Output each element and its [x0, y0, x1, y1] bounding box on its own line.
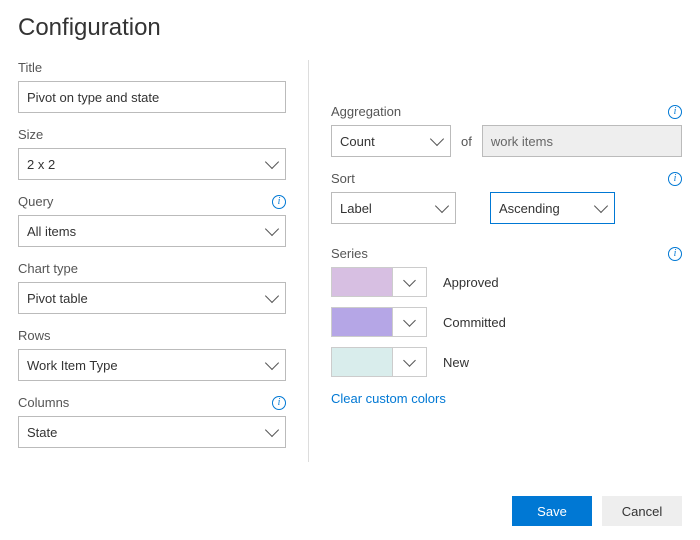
info-icon[interactable]: i [668, 105, 682, 119]
save-button[interactable]: Save [512, 496, 592, 526]
series-swatch [332, 268, 392, 296]
sort-field-value: Label [340, 201, 372, 216]
chart-type-select[interactable]: Pivot table [18, 282, 286, 314]
columns-value: State [27, 425, 57, 440]
series-name: Committed [443, 315, 506, 330]
series-row: New [331, 347, 682, 377]
cancel-button[interactable]: Cancel [602, 496, 682, 526]
size-label: Size [18, 127, 43, 142]
sort-direction-value: Ascending [499, 201, 560, 216]
series-color-picker[interactable] [331, 307, 427, 337]
aggregation-value: Count [340, 134, 375, 149]
series-row: Committed [331, 307, 682, 337]
rows-label: Rows [18, 328, 51, 343]
clear-colors-link[interactable]: Clear custom colors [331, 391, 446, 406]
chevron-down-icon[interactable] [392, 308, 426, 336]
chevron-down-icon[interactable] [392, 348, 426, 376]
left-column: Title Pivot on type and state Size 2 x 2… [18, 60, 308, 462]
page-title: Configuration [18, 14, 682, 42]
columns-select[interactable]: State [18, 416, 286, 448]
title-input[interactable]: Pivot on type and state [18, 81, 286, 113]
aggregation-label: Aggregation [331, 104, 401, 119]
info-icon[interactable]: i [668, 172, 682, 186]
columns-label: Columns [18, 395, 69, 410]
rows-select[interactable]: Work Item Type [18, 349, 286, 381]
title-value: Pivot on type and state [27, 90, 159, 105]
query-label: Query [18, 194, 53, 209]
chart-type-label: Chart type [18, 261, 78, 276]
info-icon[interactable]: i [272, 195, 286, 209]
aggregation-select[interactable]: Count [331, 125, 451, 157]
aggregation-unit: work items [482, 125, 682, 157]
query-value: All items [27, 224, 76, 239]
aggregation-of: of [461, 134, 472, 149]
series-color-picker[interactable] [331, 267, 427, 297]
footer: Save Cancel [18, 496, 682, 526]
query-select[interactable]: All items [18, 215, 286, 247]
chart-type-value: Pivot table [27, 291, 88, 306]
series-label: Series [331, 246, 368, 261]
series-swatch [332, 348, 392, 376]
info-icon[interactable]: i [272, 396, 286, 410]
aggregation-unit-text: work items [491, 134, 553, 149]
sort-label: Sort [331, 171, 355, 186]
series-row: Approved [331, 267, 682, 297]
info-icon[interactable]: i [668, 247, 682, 261]
series-name: Approved [443, 275, 499, 290]
right-column: Aggregation i Count of work items Sort i [308, 60, 682, 462]
rows-value: Work Item Type [27, 358, 118, 373]
size-select[interactable]: 2 x 2 [18, 148, 286, 180]
series-color-picker[interactable] [331, 347, 427, 377]
series-name: New [443, 355, 469, 370]
series-swatch [332, 308, 392, 336]
title-label: Title [18, 60, 42, 75]
size-value: 2 x 2 [27, 157, 55, 172]
sort-field-select[interactable]: Label [331, 192, 456, 224]
chevron-down-icon[interactable] [392, 268, 426, 296]
sort-direction-select[interactable]: Ascending [490, 192, 615, 224]
